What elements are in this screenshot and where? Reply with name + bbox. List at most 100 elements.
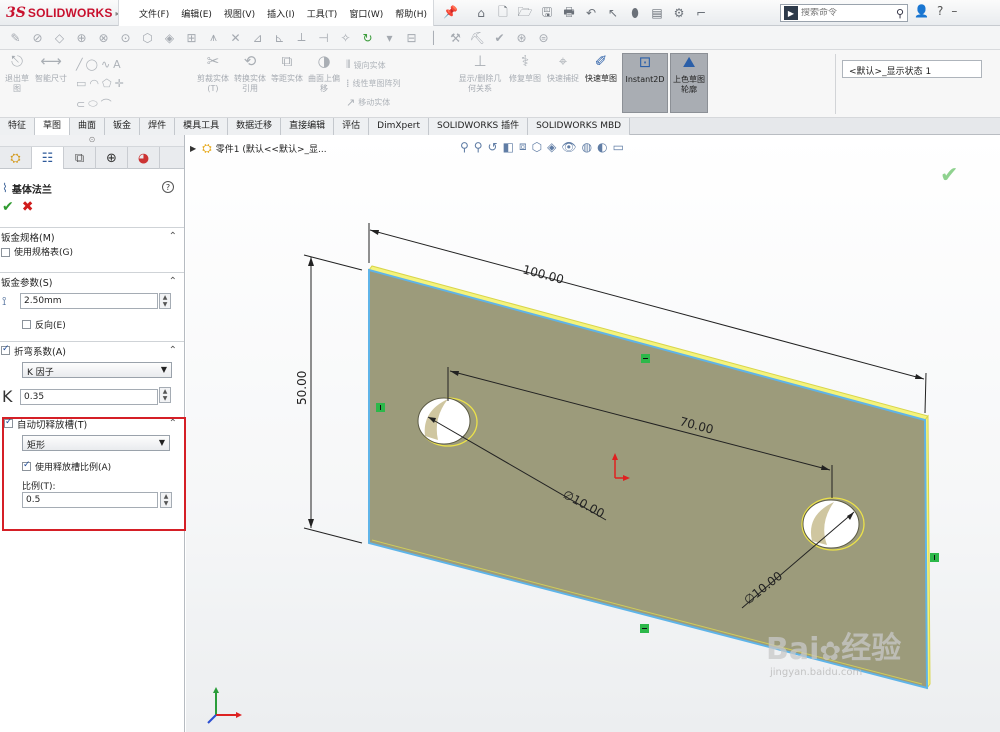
repair-sketch-button[interactable]: ⚕ 修复草图	[508, 54, 542, 84]
reverse-direction-option[interactable]: 反向(E)	[22, 318, 66, 331]
feature-manager-tab-icon[interactable]: ⛭	[0, 147, 32, 169]
bend-allowance-type-select[interactable]: K 因子 ▼	[22, 362, 172, 378]
sketch-tool-icon[interactable]: ⊕	[72, 30, 91, 46]
command-search-box[interactable]: ▶ ⚲	[780, 4, 908, 22]
menu-view[interactable]: 视图(V)	[224, 7, 255, 20]
tab-surfaces[interactable]: 曲面	[70, 118, 106, 135]
shaded-sketch-contours-button[interactable]: ⛰ 上色草图轮廓	[670, 53, 708, 113]
bend-allowance-checkbox[interactable]	[1, 344, 10, 355]
sketch-tool-icon[interactable]: ↻	[358, 30, 377, 46]
tab-weldments[interactable]: 焊件	[140, 118, 176, 135]
sketch-tool-icon[interactable]: ⚒	[446, 30, 465, 46]
tab-direct-editing[interactable]: 直接编辑	[281, 118, 335, 135]
linear-pattern-button[interactable]: ⁞ 线性草图阵列	[346, 77, 401, 90]
sketch-tool-icon[interactable]: ⟂	[292, 30, 311, 46]
sketch-tool-icon[interactable]: ⛏	[468, 30, 487, 46]
sketch-tool-icon[interactable]: ⊛	[512, 30, 531, 46]
graphics-viewport[interactable]: ▶ ⛭ 零件1 (默认<<默认>_显... ⚲ ⚲ ↺ ◧ ⧈ ⬡ ◈ 👁 ◍ …	[186, 135, 1000, 732]
sketch-tool-icon[interactable]: ⊞	[182, 30, 201, 46]
print-icon[interactable]: 🖶	[558, 4, 580, 22]
move-entities-button[interactable]: ↗ 移动实体	[346, 96, 390, 109]
property-manager-tab-icon[interactable]: ☷	[32, 147, 64, 169]
file-properties-icon[interactable]: ▤	[646, 4, 668, 22]
menu-tools[interactable]: 工具(T)	[307, 7, 338, 20]
sketch-tool-icon[interactable]: ✧	[336, 30, 355, 46]
tab-mold-tools[interactable]: 模具工具	[175, 118, 229, 135]
offset-entities-button[interactable]: ⧉ 等距实体	[270, 54, 304, 84]
tab-features[interactable]: 特征	[0, 118, 36, 135]
options-gear-icon[interactable]: ⚙	[668, 4, 690, 22]
select-arrow-icon[interactable]: ↖	[602, 4, 624, 22]
pin-icon[interactable]: 📌	[443, 5, 458, 19]
sketch-tool-icon[interactable]: ⩚	[204, 30, 223, 46]
tab-evaluate[interactable]: 评估	[334, 118, 370, 135]
offset-on-surface-button[interactable]: ◑ 曲面上偏移	[306, 54, 342, 94]
rapid-sketch-button[interactable]: ✐ 快速草图	[584, 54, 618, 84]
dimension-width[interactable]: 100.00	[521, 262, 565, 286]
menu-edit[interactable]: 编辑(E)	[181, 7, 212, 20]
sketch-tool-icon[interactable]: ✎	[6, 30, 25, 46]
tab-sheet-metal[interactable]: 钣金	[105, 118, 141, 135]
minimize-icon[interactable]: –	[951, 4, 957, 18]
trim-entities-button[interactable]: ✂ 剪裁实体(T)	[196, 54, 230, 94]
sketch-tool-icon[interactable]: ✕	[226, 30, 245, 46]
user-icon[interactable]: 👤	[914, 4, 929, 18]
menu-insert[interactable]: 插入(I)	[267, 7, 295, 20]
sketch-tool-icon[interactable]: ✔	[490, 30, 509, 46]
sketch-tool-icon[interactable]: ⊗	[94, 30, 113, 46]
exit-sketch-button[interactable]: ⎋ 退出草图	[2, 54, 32, 94]
sketch-tool-icon[interactable]: │	[424, 30, 443, 46]
tab-addins[interactable]: SOLIDWORKS 插件	[428, 118, 529, 135]
configuration-display[interactable]: <默认>_显示状态 1	[842, 60, 982, 78]
group-header[interactable]: 钣金规格(M) ⌃	[0, 228, 184, 245]
instant2d-button[interactable]: ⊡ Instant2D	[622, 53, 668, 113]
home-icon[interactable]: ⌂	[470, 4, 492, 22]
new-document-icon[interactable]: 🗋	[492, 4, 514, 22]
search-input[interactable]	[801, 8, 879, 18]
search-scope-icon[interactable]: ▶	[784, 6, 798, 20]
collapse-arrow-icon[interactable]: ⌃	[169, 231, 177, 242]
configuration-manager-tab-icon[interactable]: ⧉	[64, 147, 96, 169]
convert-entities-button[interactable]: ⟲ 转换实体引用	[232, 54, 268, 94]
help-icon[interactable]: ?	[162, 181, 174, 193]
customize-icon[interactable]: ⌐	[690, 4, 712, 22]
save-icon[interactable]: 🖫	[536, 4, 558, 22]
k-factor-spinner[interactable]: ▲ ▼	[159, 387, 171, 403]
solidworks-logo[interactable]: 3S SOLIDWORKS ▸	[6, 4, 120, 22]
undo-icon[interactable]: ↶	[580, 4, 602, 22]
line-tool-row[interactable]: ╱ ◯ ∿ A	[76, 58, 124, 71]
rebuild-icon[interactable]: ⬮	[624, 4, 646, 22]
panel-collapse-handle[interactable]: ⊙	[0, 135, 184, 147]
sketch-tool-icon[interactable]: ⊙	[116, 30, 135, 46]
sketch-tool-icon[interactable]: ⊿	[248, 30, 267, 46]
tab-dimxpert[interactable]: DimXpert	[369, 118, 429, 135]
sketch-tool-icon[interactable]: ⊜	[534, 30, 553, 46]
menu-window[interactable]: 窗口(W)	[349, 7, 383, 20]
help-icon[interactable]: ?	[937, 4, 943, 18]
slot-tool-row[interactable]: ⊂ ⬭ ⌒	[76, 96, 115, 112]
tab-data-migration[interactable]: 数据迁移	[228, 118, 282, 135]
thickness-field[interactable]	[20, 293, 158, 309]
tab-sketch[interactable]: 草图	[35, 118, 71, 135]
thickness-spinner[interactable]: ▲ ▼	[159, 293, 171, 309]
sketch-tool-icon[interactable]: ⊟	[402, 30, 421, 46]
group-header[interactable]: 钣金参数(S) ⌃	[0, 273, 184, 290]
display-manager-tab-icon[interactable]: ◕	[128, 147, 160, 169]
ok-button[interactable]: ✔	[2, 199, 14, 215]
sketch-tool-icon[interactable]: ▾	[380, 30, 399, 46]
open-folder-icon[interactable]: 🗁	[514, 4, 536, 22]
sketch-tool-icon[interactable]: ◈	[160, 30, 179, 46]
sketch-tool-icon[interactable]: ⊣	[314, 30, 333, 46]
tab-mbd[interactable]: SOLIDWORKS MBD	[528, 118, 631, 135]
collapse-arrow-icon[interactable]: ⌃	[169, 345, 177, 356]
reference-triad-icon[interactable]	[204, 683, 244, 727]
sketch-tool-icon[interactable]: ⊾	[270, 30, 289, 46]
collapse-arrow-icon[interactable]: ⌃	[169, 276, 177, 287]
reverse-direction-checkbox[interactable]	[22, 320, 31, 329]
rect-tool-row[interactable]: ▭ ◠ ⬠ ✛	[76, 77, 127, 90]
dimxpert-manager-tab-icon[interactable]: ⊕	[96, 147, 128, 169]
use-gauge-table-checkbox[interactable]	[1, 248, 10, 257]
smart-dimension-button[interactable]: ⟷ 智能尺寸	[34, 54, 68, 84]
sketch-tool-icon[interactable]: ◇	[50, 30, 69, 46]
cancel-button[interactable]: ✖	[22, 199, 34, 215]
